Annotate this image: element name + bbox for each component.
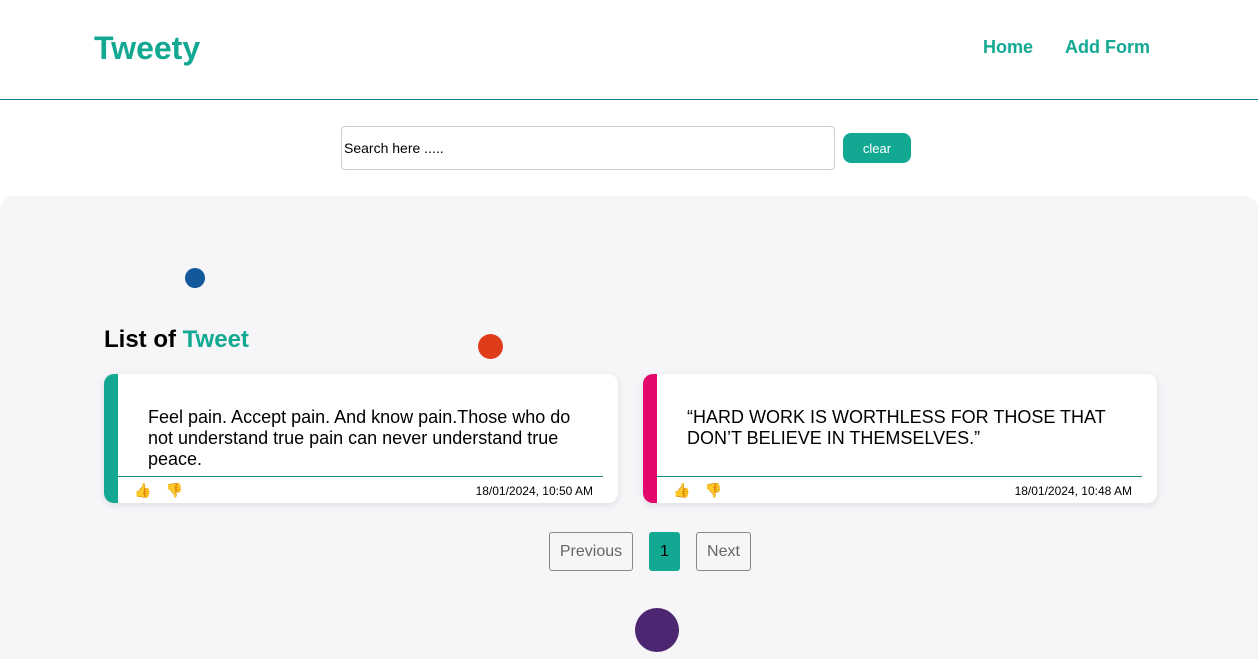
tweet-date: 18/01/2024, 10:50 AM: [475, 484, 593, 498]
thumbs-up-icon[interactable]: 👍: [673, 482, 690, 499]
thumbs-up-icon[interactable]: 👍: [134, 482, 151, 499]
tweet-reactions: 👍 👎: [673, 482, 722, 499]
tweet-footer: 👍 👎 18/01/2024, 10:50 AM: [118, 476, 603, 503]
tweet-footer: 👍 👎 18/01/2024, 10:48 AM: [657, 476, 1142, 503]
list-title-prefix: List of: [104, 326, 176, 353]
tweet-accent-bar: [643, 374, 657, 503]
previous-page-button[interactable]: Previous: [549, 532, 633, 571]
tweet-reactions: 👍 👎: [134, 482, 183, 499]
decorative-red-dot: [478, 334, 503, 359]
main-nav: Home Add Form: [983, 36, 1150, 58]
tweet-accent-bar: [104, 374, 118, 503]
clear-button[interactable]: clear: [843, 133, 911, 163]
search-bar: clear: [341, 126, 911, 170]
next-page-button[interactable]: Next: [696, 532, 751, 571]
tweet-text: Feel pain. Accept pain. And know pain.Th…: [148, 407, 571, 469]
thumbs-down-icon[interactable]: 👎: [165, 482, 182, 499]
nav-add-form-link[interactable]: Add Form: [1065, 36, 1150, 58]
search-input[interactable]: [341, 126, 835, 170]
tweet-date: 18/01/2024, 10:48 AM: [1014, 484, 1132, 498]
tweet-card: Feel pain. Accept pain. And know pain.Th…: [104, 374, 618, 503]
nav-home-link[interactable]: Home: [983, 36, 1033, 58]
list-title-accent: Tweet: [182, 326, 249, 353]
decorative-blue-dot: [185, 268, 205, 288]
tweet-text: “HARD WORK IS WORTHLESS FOR THOSE THAT D…: [687, 407, 1106, 448]
site-header: Tweety Home Add Form: [0, 0, 1258, 100]
brand-logo[interactable]: Tweety: [94, 30, 200, 66]
tweet-card: “HARD WORK IS WORTHLESS FOR THOSE THAT D…: [643, 374, 1157, 503]
list-title: List of Tweet: [104, 326, 249, 354]
page-number-button[interactable]: 1: [649, 532, 680, 571]
decorative-purple-dot: [635, 608, 679, 652]
pagination: Previous 1 Next: [549, 532, 751, 571]
thumbs-down-icon[interactable]: 👎: [704, 482, 721, 499]
